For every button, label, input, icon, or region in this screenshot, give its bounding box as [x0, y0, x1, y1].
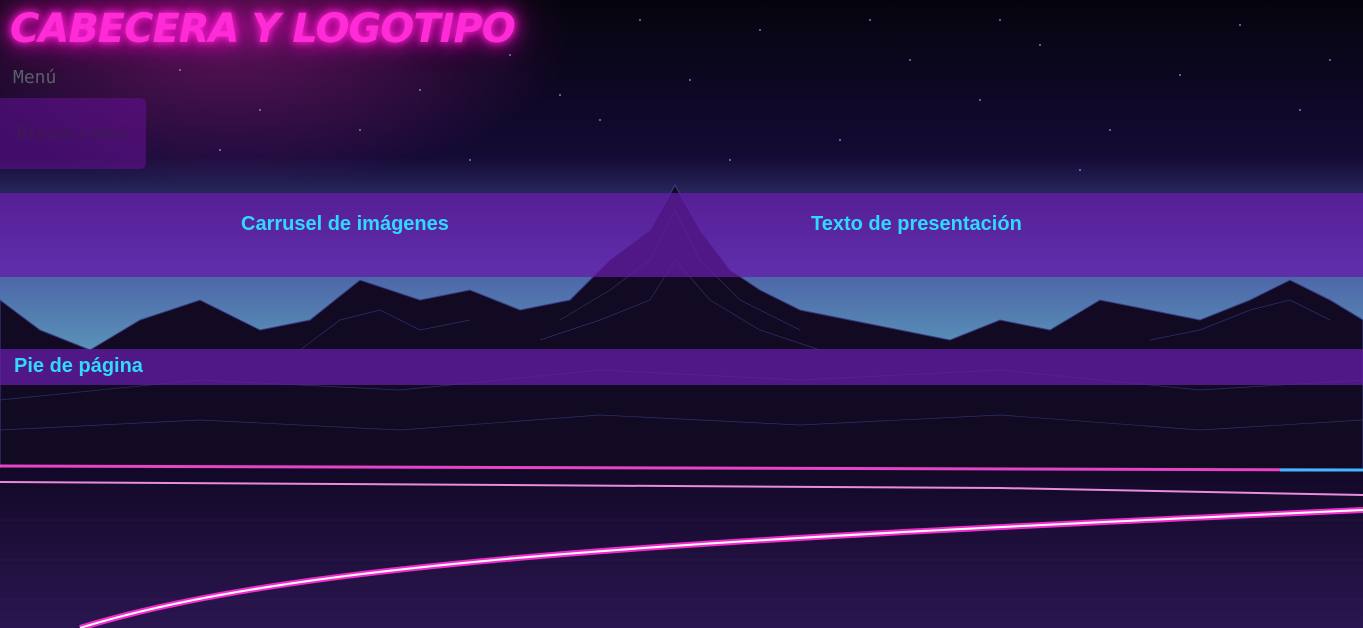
breadcrumbs[interactable]: Breadcrumbs [0, 98, 146, 169]
breadcrumbs-label: Breadcrumbs [16, 123, 130, 144]
menu-link[interactable]: Menú [13, 67, 56, 88]
main-content-section: Carrusel de imágenes Texto de presentaci… [0, 193, 1363, 277]
site-footer: Pie de página [0, 349, 1363, 385]
site-header-logo[interactable]: CABECERA Y LOGOTIPO [10, 6, 516, 52]
footer-label: Pie de página [14, 355, 143, 377]
image-carousel-placeholder: Carrusel de imágenes [241, 213, 449, 235]
intro-text-placeholder: Texto de presentación [811, 213, 1022, 235]
